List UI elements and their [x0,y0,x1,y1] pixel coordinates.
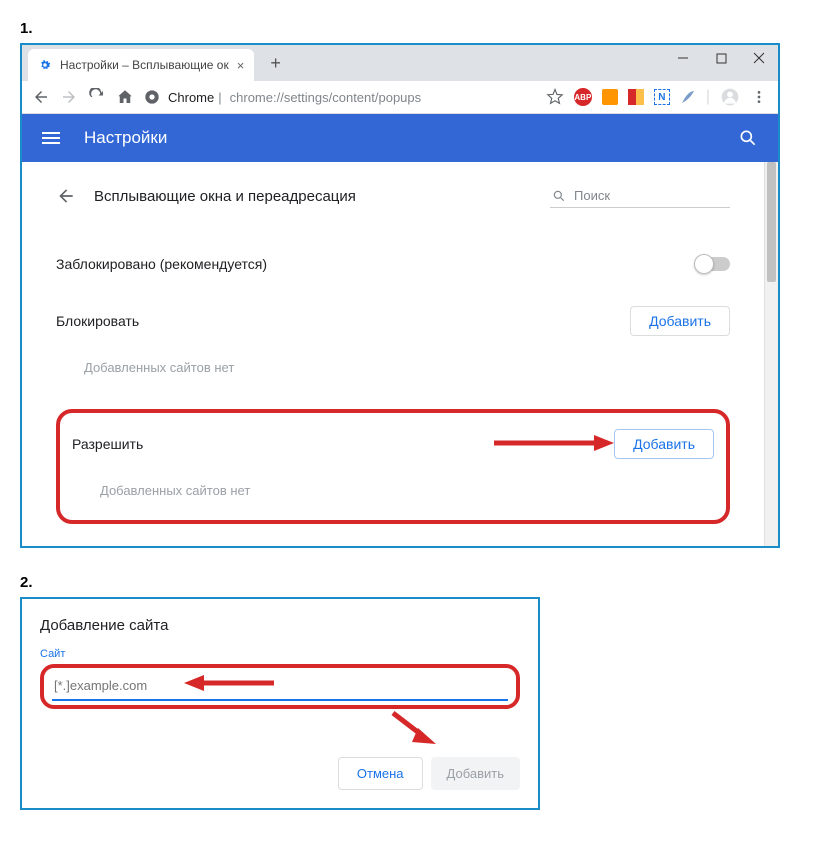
profile-icon[interactable] [720,87,740,107]
address-bar: Chrome | chrome://settings/content/popup… [22,81,778,114]
blocked-label: Заблокировано (рекомендуется) [56,256,696,272]
extension-icons: ABP N | [574,87,768,107]
search-icon [552,189,566,203]
hamburger-icon[interactable] [42,132,60,144]
menu-dots-icon[interactable] [750,88,768,106]
settings-title: Настройки [84,128,714,148]
section-title: Всплывающие окна и переадресация [94,188,532,205]
scrollbar[interactable] [764,162,778,546]
site-input[interactable] [52,672,508,701]
arrow-annotation [388,708,438,748]
dialog-title: Добавление сайта [40,617,520,634]
chrome-icon [144,89,160,105]
back-arrow-icon[interactable] [56,186,76,206]
block-add-button[interactable]: Добавить [630,306,730,336]
blocked-toggle[interactable] [696,257,730,271]
allow-highlight-box: Разрешить Добавить Добавленных сайтов не… [56,409,730,524]
nav-forward-icon[interactable] [60,88,78,106]
url-path: chrome://settings/content/popups [230,90,422,105]
url-bar[interactable]: Chrome | chrome://settings/content/popup… [144,89,536,105]
add-button[interactable]: Добавить [431,757,520,790]
home-icon[interactable] [116,88,134,106]
tab-title: Настройки – Всплывающие ок [60,58,229,72]
field-label: Сайт [40,648,520,660]
add-site-dialog: Добавление сайта Сайт Отмена Добавить [20,597,540,810]
browser-window: Настройки – Всплывающие ок × + Chrome | … [20,43,780,548]
arrow-annotation [184,672,274,694]
block-empty-text: Добавленных сайтов нет [56,344,730,397]
abp-icon[interactable]: ABP [574,88,592,106]
maximize-icon[interactable] [714,51,728,65]
tab-close-icon[interactable]: × [237,58,245,73]
browser-tab[interactable]: Настройки – Всплывающие ок × [28,49,254,81]
nav-back-icon[interactable] [32,88,50,106]
search-placeholder: Поиск [574,188,610,203]
star-icon[interactable] [546,88,564,106]
allow-empty-text: Добавленных сайтов нет [72,467,714,520]
minimize-icon[interactable] [676,51,690,65]
ext-n-icon[interactable]: N [654,89,670,105]
content-search[interactable]: Поиск [550,184,730,208]
ext-flag-icon[interactable] [628,89,644,105]
settings-content: Всплывающие окна и переадресация Поиск З… [22,162,764,546]
new-tab-button[interactable]: + [262,53,289,74]
arrow-annotation [494,431,614,455]
close-icon[interactable] [752,51,766,65]
input-highlight-box [40,664,520,709]
block-section-label: Блокировать [56,313,630,329]
search-icon[interactable] [738,128,758,148]
ext-feather-icon[interactable] [680,89,696,105]
ext-orange-icon[interactable] [602,89,618,105]
allow-add-button[interactable]: Добавить [614,429,714,459]
gear-icon [38,58,52,72]
settings-header: Настройки [22,114,778,162]
step-1-label: 1. [20,20,801,37]
url-prefix: Chrome [168,90,214,105]
reload-icon[interactable] [88,88,106,106]
step-2-label: 2. [20,574,801,591]
cancel-button[interactable]: Отмена [338,757,423,790]
